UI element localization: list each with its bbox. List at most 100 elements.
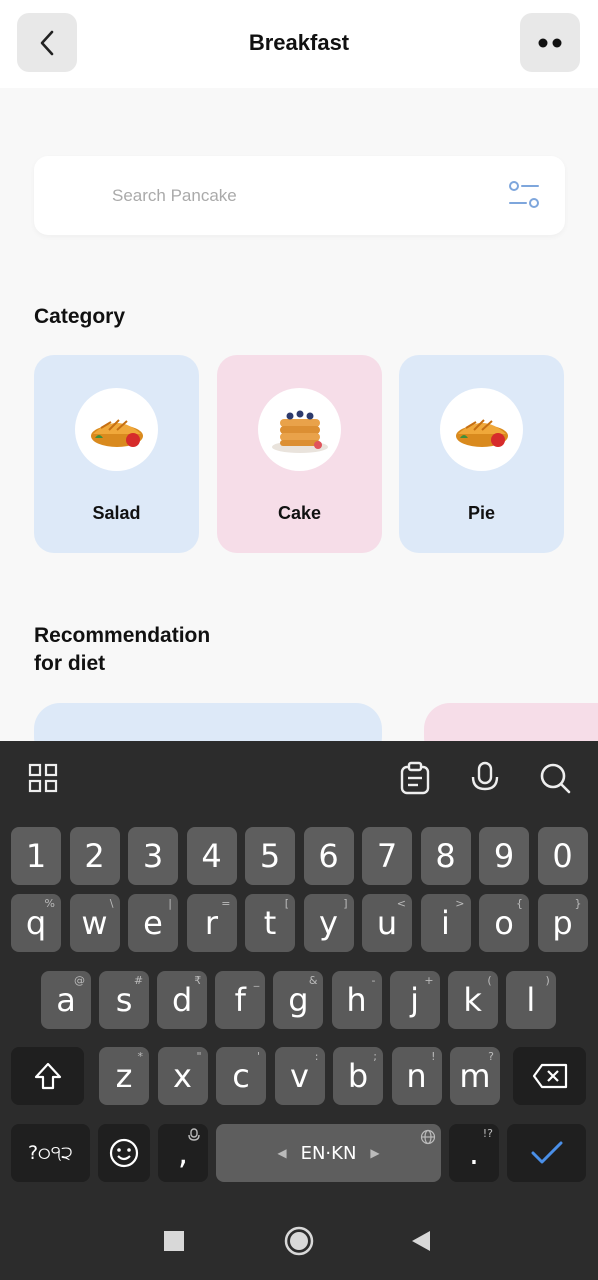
number-key[interactable]: 5 (245, 827, 295, 885)
category-card-pie[interactable]: Pie (399, 355, 564, 553)
letter-key[interactable]: ) l (505, 971, 556, 1029)
letter-key[interactable]: < u (362, 894, 412, 952)
key-label: o (494, 904, 514, 942)
more-button[interactable] (520, 13, 580, 72)
key-alt-label: _ (253, 974, 260, 987)
app-header: Breakfast (0, 0, 598, 88)
recents-nav-button[interactable] (164, 1231, 184, 1251)
key-label: m (459, 1057, 491, 1095)
key-label: a (56, 981, 76, 1019)
emoji-icon (109, 1138, 139, 1168)
number-key[interactable]: 6 (303, 827, 354, 885)
letter-key[interactable]: } p (537, 894, 588, 952)
key-label: c (232, 1057, 250, 1095)
letter-key[interactable]: [t (245, 894, 295, 952)
space-right-arrow: ▶ (370, 1146, 380, 1160)
done-key[interactable] (507, 1124, 586, 1182)
letter-key[interactable]: = r (186, 894, 237, 952)
letter-key[interactable]: :v (274, 1047, 325, 1105)
letter-key[interactable]: ; b (333, 1047, 383, 1105)
category-label: Salad (92, 503, 141, 523)
key-label: h (346, 981, 367, 1019)
number-key[interactable]: 4 (186, 827, 237, 885)
category-icon-circle (75, 388, 158, 471)
comma-key[interactable]: , (158, 1124, 208, 1182)
shift-icon (34, 1062, 61, 1090)
category-card-cake[interactable]: Cake (217, 355, 382, 553)
letter-key[interactable]: ' c (216, 1047, 266, 1105)
category-card-salad[interactable]: Salad (34, 355, 199, 553)
letter-key[interactable]: | e (128, 894, 178, 952)
recommendation-title-line1: Recommendation (34, 624, 211, 647)
letter-key[interactable]: \ w (69, 894, 120, 952)
number-key[interactable]: 7 (362, 827, 412, 885)
letter-key[interactable]: (k (447, 971, 498, 1029)
key-label: d (172, 981, 193, 1019)
key-alt-label: " (196, 1050, 202, 1063)
letter-key[interactable]: + j (389, 971, 440, 1029)
search-icon[interactable] (538, 761, 572, 795)
period-key[interactable]: . !? (449, 1124, 499, 1182)
key-label: 8 (435, 837, 456, 875)
key-label: u (376, 904, 398, 942)
key-label: e (143, 904, 163, 942)
letter-key[interactable]: % q (11, 894, 61, 952)
soft-keyboard: 1234567890 % q \ w | e = r[t] y < u > i{o} p @ a # s ₹ d _ f… (0, 741, 598, 1280)
letter-key[interactable]: -h (331, 971, 382, 1029)
number-key[interactable]: 9 (479, 827, 529, 885)
key-alt-label: ( (487, 974, 492, 987)
key-label: x (173, 1057, 192, 1095)
key-alt-label: [ (284, 897, 289, 910)
category-icon-circle (258, 388, 341, 471)
backspace-key[interactable] (513, 1047, 586, 1105)
key-label: 4 (201, 837, 222, 875)
number-key[interactable]: 8 (420, 827, 471, 885)
apps-grid-icon[interactable] (26, 761, 60, 795)
letter-key[interactable]: ! n (391, 1047, 442, 1105)
letter-key[interactable]: * z (99, 1047, 149, 1105)
key-label: y (319, 904, 338, 942)
letter-key[interactable]: > i (420, 894, 471, 952)
letter-key[interactable]: ₹ d (157, 971, 208, 1029)
letter-key[interactable]: {o (479, 894, 529, 952)
key-label: 0 (552, 837, 573, 875)
microphone-icon (188, 1128, 200, 1141)
pie-icon (90, 418, 143, 447)
key-label: 3 (142, 837, 164, 875)
emoji-key[interactable] (98, 1124, 150, 1182)
key-label: 5 (259, 837, 281, 875)
letter-key[interactable]: _ f (215, 971, 266, 1029)
checkmark-icon (531, 1141, 562, 1164)
number-key[interactable]: 0 (537, 827, 588, 885)
symbols-key[interactable]: ?੦੧੨ (11, 1124, 90, 1182)
key-alt-label: & (308, 974, 318, 987)
letter-key[interactable]: ] y (303, 894, 354, 952)
key-alt-label: ₹ (194, 974, 202, 987)
number-key[interactable]: 2 (69, 827, 120, 885)
key-label: 6 (318, 837, 339, 875)
key-label: 2 (84, 837, 105, 875)
number-key[interactable]: 3 (128, 827, 178, 885)
search-input[interactable] (112, 182, 492, 210)
letter-key[interactable]: # s (99, 971, 150, 1029)
key-label: i (441, 904, 450, 942)
letter-key[interactable]: ? m (450, 1047, 500, 1105)
key-label: 1 (25, 837, 47, 875)
shift-key[interactable] (11, 1047, 84, 1105)
home-nav-button[interactable] (284, 1226, 314, 1256)
filter-icon[interactable] (508, 180, 540, 210)
space-key[interactable]: ◀ EN·KN ▶ (216, 1124, 441, 1182)
clipboard-icon[interactable] (398, 761, 432, 795)
letter-key[interactable]: " x (157, 1047, 208, 1105)
key-label: w (81, 904, 108, 942)
microphone-icon[interactable] (468, 761, 502, 795)
number-key[interactable]: 1 (11, 827, 61, 885)
key-alt-label: : (314, 1050, 319, 1063)
key-label: v (290, 1057, 309, 1095)
letter-key[interactable]: & g (273, 971, 324, 1029)
back-nav-button[interactable] (410, 1229, 432, 1253)
letter-key[interactable]: @ a (41, 971, 91, 1029)
key-alt-label: ; (373, 1050, 377, 1063)
key-alt-label: } (574, 897, 582, 910)
category-title: Category (34, 305, 126, 328)
